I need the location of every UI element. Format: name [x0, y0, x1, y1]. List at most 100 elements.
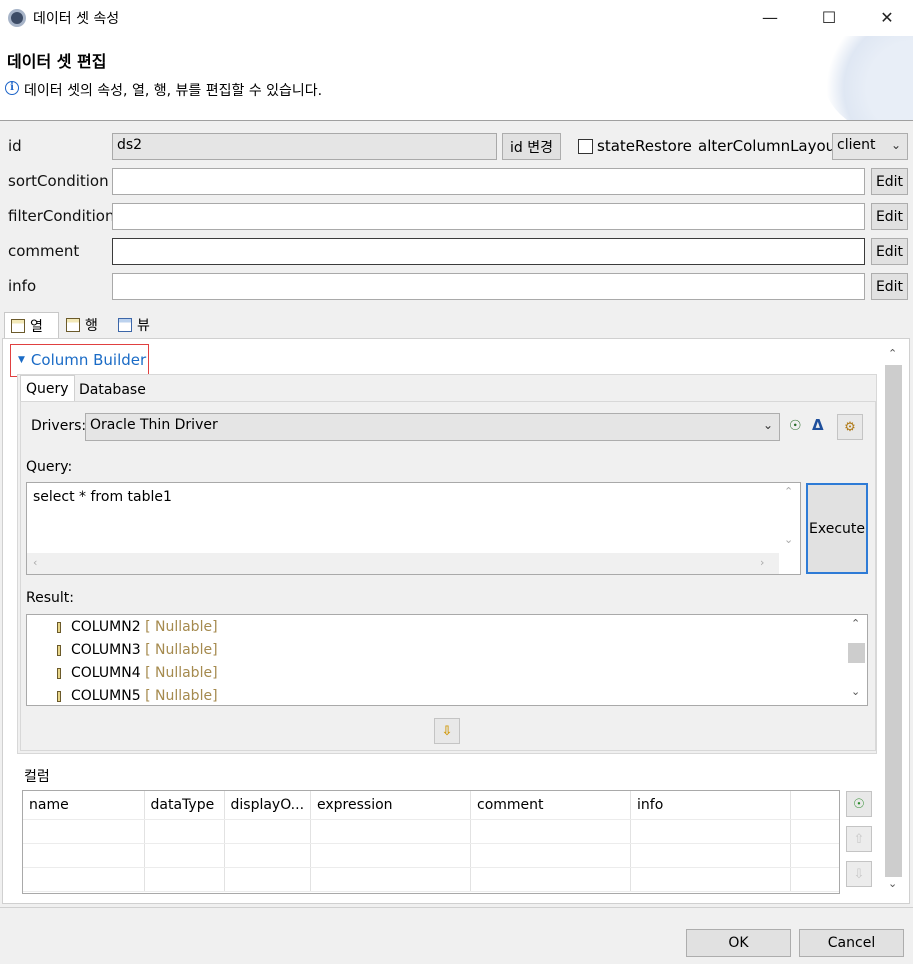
- result-column-name: COLUMN3: [71, 642, 141, 658]
- id-label: id: [8, 137, 22, 155]
- id-field[interactable]: ds2: [112, 133, 497, 160]
- subtab-query[interactable]: Query: [20, 375, 75, 401]
- sort-condition-field[interactable]: [112, 168, 865, 195]
- apply-result-button[interactable]: ⇩: [434, 718, 460, 744]
- table-header-row: name dataType displayO... expression com…: [23, 791, 839, 820]
- cancel-button[interactable]: Cancel: [799, 929, 904, 957]
- query-text: select * from table1: [33, 489, 172, 505]
- scroll-down-icon[interactable]: ⌄: [888, 877, 897, 890]
- comment-field[interactable]: [112, 238, 865, 265]
- chevron-down-icon: ⌄: [762, 418, 773, 432]
- tab-rows[interactable]: 행: [60, 312, 110, 338]
- scroll-left-icon[interactable]: ‹: [33, 556, 37, 569]
- chevron-down-icon: ⌄: [890, 138, 901, 152]
- minimize-button[interactable]: —: [747, 0, 793, 34]
- alter-column-layout-label: alterColumnLayout: [698, 137, 842, 155]
- scroll-down-icon[interactable]: ⌄: [784, 533, 793, 546]
- alter-column-layout-value: client: [837, 137, 876, 153]
- header-displayorder[interactable]: displayO...: [224, 791, 312, 820]
- close-button[interactable]: ✕: [864, 0, 910, 34]
- result-column-name: COLUMN2: [71, 619, 141, 635]
- filter-condition-field[interactable]: [112, 203, 865, 230]
- result-column-name: COLUMN4: [71, 665, 141, 681]
- info-icon: i: [5, 81, 19, 95]
- add-icon: ☉: [853, 796, 865, 812]
- query-label: Query:: [26, 459, 73, 475]
- drivers-select[interactable]: Oracle Thin Driver ⌄: [85, 413, 780, 441]
- caret-down-icon: ▼: [18, 355, 25, 365]
- sort-edit-button[interactable]: Edit: [871, 168, 908, 195]
- header-comment[interactable]: comment: [470, 791, 632, 820]
- header-description: 데이터 셋의 속성, 열, 행, 뷰를 편집할 수 있습니다.: [24, 83, 323, 99]
- list-item[interactable]: COLUMN5 [ Nullable]: [57, 688, 218, 704]
- move-down-button[interactable]: ⇩: [846, 861, 872, 887]
- state-restore-label: stateRestore: [597, 137, 692, 155]
- result-vscroll[interactable]: ⌃ ⌄: [846, 615, 867, 705]
- info-field[interactable]: [112, 273, 865, 300]
- scroll-up-icon[interactable]: ⌃: [784, 485, 793, 498]
- add-column-button[interactable]: ☉: [846, 791, 872, 817]
- result-scroll-thumb[interactable]: [848, 643, 865, 663]
- result-label: Result:: [26, 590, 74, 606]
- main-scrollbar[interactable]: ⌃ ⌄: [883, 345, 903, 897]
- tab-columns[interactable]: 열: [4, 312, 59, 338]
- query-hscroll[interactable]: ‹ ›: [27, 553, 779, 574]
- scroll-up-icon[interactable]: ⌃: [851, 617, 860, 630]
- scroll-down-icon[interactable]: ⌄: [851, 685, 860, 698]
- tab-view[interactable]: 뷰: [112, 312, 164, 338]
- move-up-button[interactable]: ⇧: [846, 826, 872, 852]
- column-builder-toggle[interactable]: ▼ Column Builder: [18, 351, 146, 369]
- header-filler: [790, 791, 839, 820]
- app-icon: [8, 9, 26, 27]
- comment-label: comment: [8, 242, 80, 260]
- result-column-name: COLUMN5: [71, 688, 141, 704]
- maximize-button[interactable]: ☐: [806, 0, 852, 34]
- columns-grid[interactable]: name dataType displayO... expression com…: [22, 790, 840, 894]
- header-expression[interactable]: expression: [310, 791, 472, 820]
- header-info[interactable]: info: [630, 791, 792, 820]
- header-title: 데이터 셋 편집: [7, 52, 107, 71]
- scroll-up-icon[interactable]: ⌃: [888, 347, 897, 360]
- list-item[interactable]: COLUMN2 [ Nullable]: [57, 619, 218, 635]
- add-driver-icon[interactable]: ☉: [789, 418, 802, 434]
- tab-columns-label: 열: [30, 318, 43, 335]
- query-vscroll[interactable]: ⌃ ⌄: [779, 483, 800, 553]
- table-row[interactable]: [23, 843, 839, 868]
- tab-view-label: 뷰: [137, 318, 150, 334]
- column-table-icon: [11, 318, 25, 333]
- arrow-down-icon: ⇩: [853, 866, 865, 882]
- list-item[interactable]: COLUMN3 [ Nullable]: [57, 642, 218, 658]
- row-table-icon: [66, 318, 80, 332]
- table-row[interactable]: [23, 867, 839, 892]
- delta-icon[interactable]: Δ: [812, 416, 824, 434]
- execute-button[interactable]: Execute: [806, 483, 868, 574]
- id-change-button[interactable]: id 변경: [502, 133, 561, 160]
- query-textarea[interactable]: select * from table1 ⌃ ⌄ ‹ ›: [26, 482, 801, 575]
- info-label: info: [8, 277, 37, 295]
- ok-button[interactable]: OK: [686, 929, 791, 957]
- nullable-tag: [ Nullable]: [145, 619, 218, 635]
- result-list[interactable]: COLUMN2 [ Nullable] COLUMN3 [ Nullable] …: [26, 614, 868, 706]
- comment-edit-button[interactable]: Edit: [871, 238, 908, 265]
- dialog-footer: OK Cancel: [0, 908, 913, 964]
- subtab-database[interactable]: Database: [74, 377, 151, 403]
- info-edit-button[interactable]: Edit: [871, 273, 908, 300]
- filter-edit-button[interactable]: Edit: [871, 203, 908, 230]
- sort-condition-label: sortCondition: [8, 172, 109, 190]
- driver-settings-button[interactable]: ⚙: [837, 414, 863, 440]
- header-name[interactable]: name: [23, 791, 145, 820]
- table-row[interactable]: [23, 819, 839, 844]
- state-restore-checkbox[interactable]: [578, 139, 593, 154]
- header-datatype[interactable]: dataType: [144, 791, 225, 820]
- tab-rows-label: 행: [85, 318, 98, 334]
- list-item[interactable]: COLUMN4 [ Nullable]: [57, 665, 218, 681]
- main-scroll-thumb[interactable]: [885, 365, 902, 877]
- header-decoration: [823, 36, 913, 120]
- column-icon: [57, 644, 61, 656]
- title-bar: 데이터 셋 속성 — ☐ ✕: [0, 0, 913, 36]
- arrow-down-icon: ⇩: [441, 723, 453, 739]
- dialog-header: 데이터 셋 편집 i 데이터 셋의 속성, 열, 행, 뷰를 편집할 수 있습니…: [0, 36, 913, 120]
- columns-section-title: 컬럼: [24, 769, 50, 785]
- scroll-right-icon[interactable]: ›: [760, 556, 764, 569]
- alter-column-layout-select[interactable]: client ⌄: [832, 133, 908, 160]
